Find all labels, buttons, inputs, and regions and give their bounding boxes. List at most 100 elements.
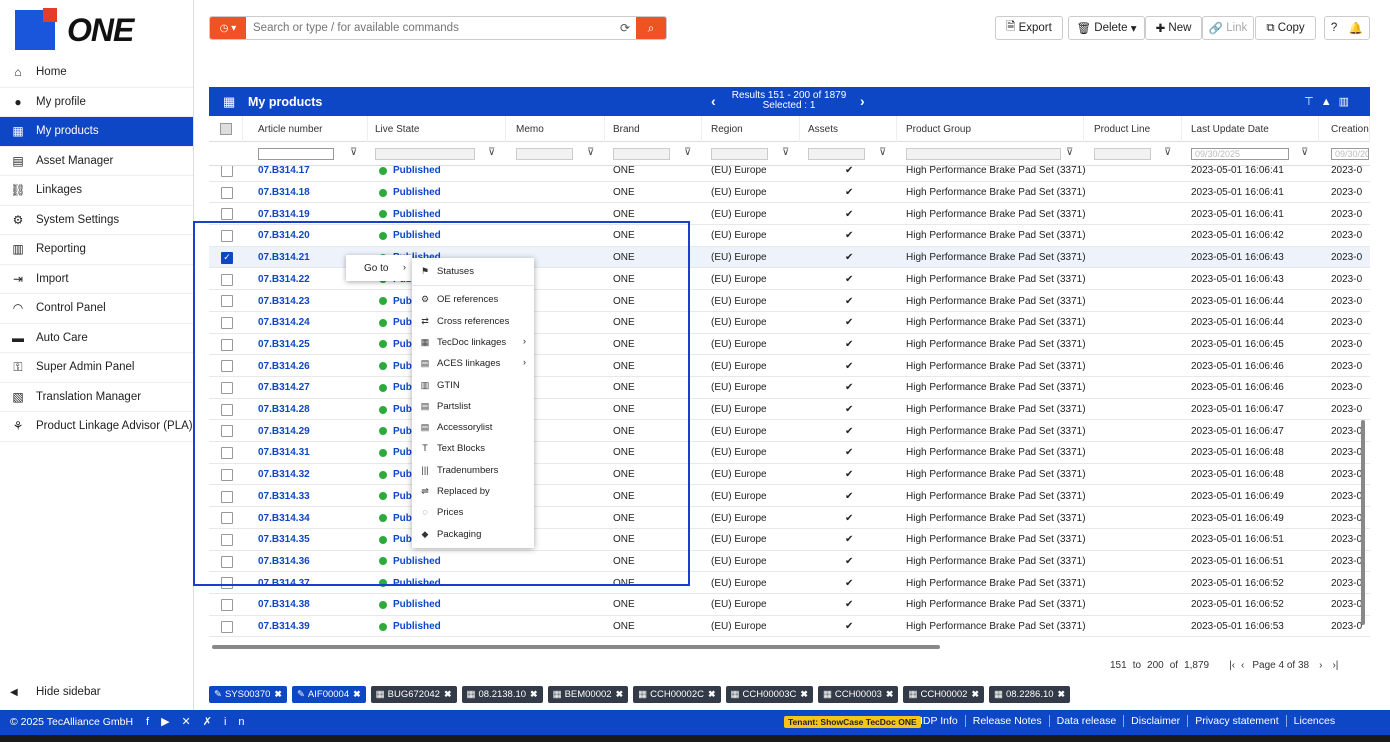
column-filter-input[interactable]: [258, 148, 334, 160]
row-checkbox[interactable]: [221, 186, 233, 199]
search-button[interactable]: ⌕: [636, 17, 666, 39]
cell-text[interactable]: 07.B314.19: [258, 209, 310, 220]
article-number-link[interactable]: 07.B314.18: [258, 182, 310, 204]
table-row[interactable]: 07.B314.26 Publ ONE (EU) Europe ✔ High Perfor…: [209, 355, 1370, 377]
row-checkbox[interactable]: [221, 403, 233, 416]
column-header-assets[interactable]: Assets: [808, 116, 897, 142]
help-icon[interactable]: ?: [1331, 22, 1337, 34]
article-number-link[interactable]: 07.B314.21: [258, 247, 310, 269]
column-header-region[interactable]: Region: [711, 116, 800, 142]
column-header-live-state[interactable]: Live State: [375, 116, 506, 142]
vertical-scrollbar[interactable]: [1361, 420, 1365, 625]
filter-funnel-icon[interactable]: ⊽: [488, 147, 495, 158]
article-number-link[interactable]: 07.B314.22: [258, 269, 310, 291]
cell-text[interactable]: 07.B314.18: [258, 187, 310, 198]
cell-text[interactable]: 07.B314.38: [258, 599, 310, 610]
cell-text[interactable]: 07.B314.29: [258, 426, 310, 437]
close-icon[interactable]: ✖: [886, 689, 894, 700]
close-icon[interactable]: ✖: [1058, 689, 1066, 700]
table-row[interactable]: 07.B314.17 Published ONE (EU) Europe ✔ High P…: [209, 166, 1370, 182]
close-icon[interactable]: ✖: [971, 689, 979, 700]
menu-item-tecdoc-linkages[interactable]: ▦ TecDoc linkages ›: [412, 332, 534, 353]
article-number-link[interactable]: 07.B314.24: [258, 312, 310, 334]
x-icon[interactable]: ✕: [182, 716, 203, 728]
linkedin-icon[interactable]: in: [224, 716, 257, 728]
row-checkbox[interactable]: [221, 490, 233, 503]
cell-text[interactable]: 07.B314.35: [258, 534, 310, 545]
menu-item-replaced-by[interactable]: ⇌ Replaced by: [412, 481, 534, 502]
sidebar-item-home[interactable]: ⌂ Home: [0, 58, 193, 88]
cell-text[interactable]: 07.B314.26: [258, 361, 310, 372]
search-mode-button[interactable]: ◷ ▾: [210, 17, 246, 39]
facebook-icon[interactable]: f: [146, 716, 161, 728]
table-row[interactable]: 07.B314.27 Publ ONE (EU) Europe ✔ High Perfor…: [209, 377, 1370, 399]
column-filter-input[interactable]: [1094, 148, 1151, 160]
sidebar-item-linkages[interactable]: ⛓ Linkages: [0, 176, 193, 206]
menu-item-accessorylist[interactable]: ▤ Accessorylist: [412, 417, 534, 438]
article-number-link[interactable]: 07.B314.29: [258, 420, 310, 442]
row-checkbox[interactable]: [221, 208, 233, 221]
footer-link-data-release[interactable]: Data release: [1048, 715, 1124, 727]
sidebar-item-super-admin-panel[interactable]: ⚿ Super Admin Panel: [0, 353, 193, 383]
sidebar-item-asset-manager[interactable]: ▤ Asset Manager: [0, 147, 193, 176]
article-number-link[interactable]: 07.B314.31: [258, 442, 310, 464]
menu-item-packaging[interactable]: ◆ Packaging: [412, 524, 534, 545]
context-goto-item[interactable]: Go to ›: [346, 255, 412, 281]
sidebar-item-reporting[interactable]: ▥ Reporting: [0, 235, 193, 265]
row-checkbox[interactable]: [221, 338, 233, 351]
filter-funnel-icon[interactable]: ⊽: [684, 147, 691, 158]
sidebar-item-my-profile[interactable]: ● My profile: [0, 88, 193, 117]
article-number-link[interactable]: 07.B314.23: [258, 290, 310, 312]
article-number-link[interactable]: 07.B314.20: [258, 225, 310, 247]
column-filter-input[interactable]: 09/30/2025: [1191, 148, 1289, 160]
article-number-link[interactable]: 07.B314.35: [258, 529, 310, 551]
cell-text[interactable]: 07.B314.37: [258, 578, 310, 589]
table-row[interactable]: 07.B314.20 Published ONE (EU) Europe ✔ High P…: [209, 225, 1370, 247]
footer-link-disclaimer[interactable]: Disclaimer: [1123, 715, 1187, 727]
cell-text[interactable]: 07.B314.25: [258, 339, 310, 350]
article-number-link[interactable]: 07.B314.27: [258, 377, 310, 399]
table-row[interactable]: 07.B314.35 Publ ONE (EU) Europe ✔ High Perfor…: [209, 529, 1370, 551]
article-number-link[interactable]: 07.B314.34: [258, 507, 310, 529]
row-checkbox[interactable]: [221, 533, 233, 546]
table-row[interactable]: 07.B314.25 Publ ONE (EU) Europe ✔ High Perfor…: [209, 334, 1370, 356]
column-filter-input[interactable]: [711, 148, 768, 160]
row-checkbox[interactable]: [221, 166, 233, 177]
close-icon[interactable]: ✖: [444, 689, 452, 700]
menu-item-prices[interactable]: ◌ Prices: [412, 502, 534, 523]
cell-text[interactable]: 07.B314.36: [258, 556, 310, 567]
article-number-link[interactable]: 07.B314.38: [258, 594, 310, 616]
filter-funnel-icon[interactable]: ⊽: [1301, 147, 1308, 158]
menu-item-oe-references[interactable]: ⚙ OE references: [412, 289, 534, 310]
column-header-product-group[interactable]: Product Group: [906, 116, 1084, 142]
sidebar-item-my-products[interactable]: ▦ My products: [0, 117, 193, 147]
columns-icon[interactable]: ▥: [1339, 96, 1356, 108]
recent-tab[interactable]: ✎ AIF00004 ✖: [291, 686, 366, 703]
warning-icon[interactable]: ▲: [1321, 96, 1339, 108]
next-results-icon[interactable]: ›: [860, 93, 865, 109]
footer-link-idp-info[interactable]: IDP Info: [918, 715, 965, 727]
row-checkbox[interactable]: [221, 468, 233, 481]
table-row[interactable]: 07.B314.38 Published ONE (EU) Europe ✔ High P…: [209, 594, 1370, 616]
column-filter-input[interactable]: [516, 148, 573, 160]
article-number-link[interactable]: 07.B314.26: [258, 355, 310, 377]
table-row[interactable]: 07.B314.32 Publ ONE (EU) Europe ✔ High Perfor…: [209, 464, 1370, 486]
refresh-icon[interactable]: ⟳: [614, 17, 636, 39]
row-checkbox[interactable]: [221, 295, 233, 308]
table-row[interactable]: 07.B314.18 Published ONE (EU) Europe ✔ High P…: [209, 182, 1370, 204]
cell-text[interactable]: 07.B314.31: [258, 447, 310, 458]
article-number-link[interactable]: 07.B314.36: [258, 551, 310, 573]
delete-button[interactable]: 🗑 Delete ▾: [1068, 16, 1145, 40]
table-row[interactable]: 07.B314.28 Publ ONE (EU) Europe ✔ High Perfor…: [209, 399, 1370, 421]
row-checkbox[interactable]: [221, 447, 233, 460]
recent-tab[interactable]: ✎ SYS00370 ✖: [209, 686, 287, 703]
cell-text[interactable]: 07.B314.23: [258, 296, 310, 307]
sidebar-item-translation-manager[interactable]: ▧ Translation Manager: [0, 383, 193, 412]
menu-item-tradenumbers[interactable]: ||| Tradenumbers: [412, 460, 534, 481]
column-filter-input[interactable]: 09/30/2025: [1331, 148, 1369, 160]
column-filter-input[interactable]: [808, 148, 865, 160]
article-number-link[interactable]: 07.B314.19: [258, 203, 310, 225]
close-icon[interactable]: ✖: [800, 689, 808, 700]
close-icon[interactable]: ✖: [616, 689, 624, 700]
xing-icon[interactable]: ✗: [203, 716, 224, 728]
